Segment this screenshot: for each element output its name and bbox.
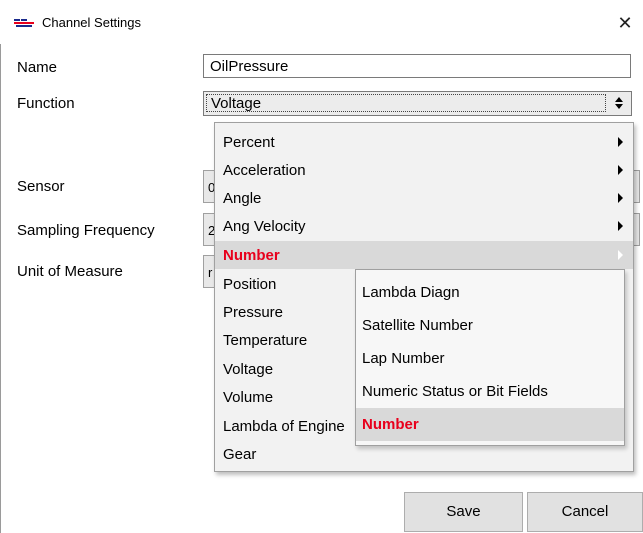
close-icon: ✕ bbox=[617, 13, 633, 33]
channel-settings-dialog: Channel Settings ✕ Name Function Sensor … bbox=[0, 0, 643, 533]
title-bar: Channel Settings ✕ bbox=[0, 0, 643, 44]
submenu-arrow-icon bbox=[618, 250, 623, 260]
menu-item-number[interactable]: Number bbox=[215, 241, 633, 269]
submenu-item-lambda-diagn[interactable]: Lambda Diagn bbox=[356, 276, 624, 309]
submenu-item-label: Number bbox=[362, 416, 419, 433]
menu-item-label: Voltage bbox=[223, 361, 274, 378]
submenu-arrow-icon bbox=[618, 165, 623, 175]
save-button[interactable]: Save bbox=[404, 492, 523, 532]
aim-logo-icon bbox=[14, 18, 34, 28]
select-focus-ring bbox=[206, 94, 606, 112]
submenu-item-lap-number[interactable]: Lap Number bbox=[356, 342, 624, 375]
menu-item-label: Volume bbox=[223, 389, 274, 406]
menu-item-label: Number bbox=[223, 247, 280, 264]
submenu-arrow-icon bbox=[618, 137, 623, 147]
window-border bbox=[0, 0, 1, 533]
updown-arrows-icon bbox=[615, 97, 623, 109]
menu-item-label: Percent bbox=[223, 134, 275, 151]
menu-item-percent[interactable]: Percent bbox=[215, 128, 633, 156]
menu-item-label: Gear bbox=[223, 446, 257, 463]
submenu-arrow-icon bbox=[618, 221, 623, 231]
submenu-item-label: Lap Number bbox=[362, 350, 445, 367]
submenu-arrow-icon bbox=[618, 193, 623, 203]
window-title: Channel Settings bbox=[42, 15, 142, 30]
menu-item-label: Position bbox=[223, 276, 277, 293]
menu-item-label: Lambda of Engine bbox=[223, 418, 345, 435]
sampling-frequency-label: Sampling Frequency bbox=[17, 222, 155, 239]
submenu-item-label: Lambda Diagn bbox=[362, 284, 460, 301]
close-button[interactable]: ✕ bbox=[612, 10, 638, 36]
submenu-item-label: Numeric Status or Bit Fields bbox=[362, 383, 548, 400]
function-select[interactable]: Voltage bbox=[203, 91, 632, 116]
menu-item-label: Acceleration bbox=[223, 162, 306, 179]
cancel-button[interactable]: Cancel bbox=[527, 492, 643, 532]
unit-of-measure-label: Unit of Measure bbox=[17, 263, 123, 280]
function-select-value: Voltage bbox=[211, 95, 262, 112]
submenu-item-numeric-status[interactable]: Numeric Status or Bit Fields bbox=[356, 375, 624, 408]
name-input[interactable] bbox=[203, 54, 631, 78]
sensor-label: Sensor bbox=[17, 178, 65, 195]
menu-item-label: Temperature bbox=[223, 332, 308, 349]
menu-item-ang-velocity[interactable]: Ang Velocity bbox=[215, 212, 633, 240]
submenu-item-number[interactable]: Number bbox=[356, 408, 624, 441]
menu-item-label: Angle bbox=[223, 190, 262, 207]
submenu-item-satellite-number[interactable]: Satellite Number bbox=[356, 309, 624, 342]
unit-select-peek: r bbox=[208, 265, 213, 280]
submenu-item-label: Satellite Number bbox=[362, 317, 473, 334]
menu-item-label: Ang Velocity bbox=[223, 218, 306, 235]
menu-item-angle[interactable]: Angle bbox=[215, 184, 633, 212]
function-label: Function bbox=[17, 95, 75, 112]
menu-item-acceleration[interactable]: Acceleration bbox=[215, 156, 633, 184]
number-submenu: Lambda Diagn Satellite Number Lap Number… bbox=[355, 269, 625, 446]
name-label: Name bbox=[17, 59, 58, 76]
menu-item-label: Pressure bbox=[223, 304, 284, 321]
